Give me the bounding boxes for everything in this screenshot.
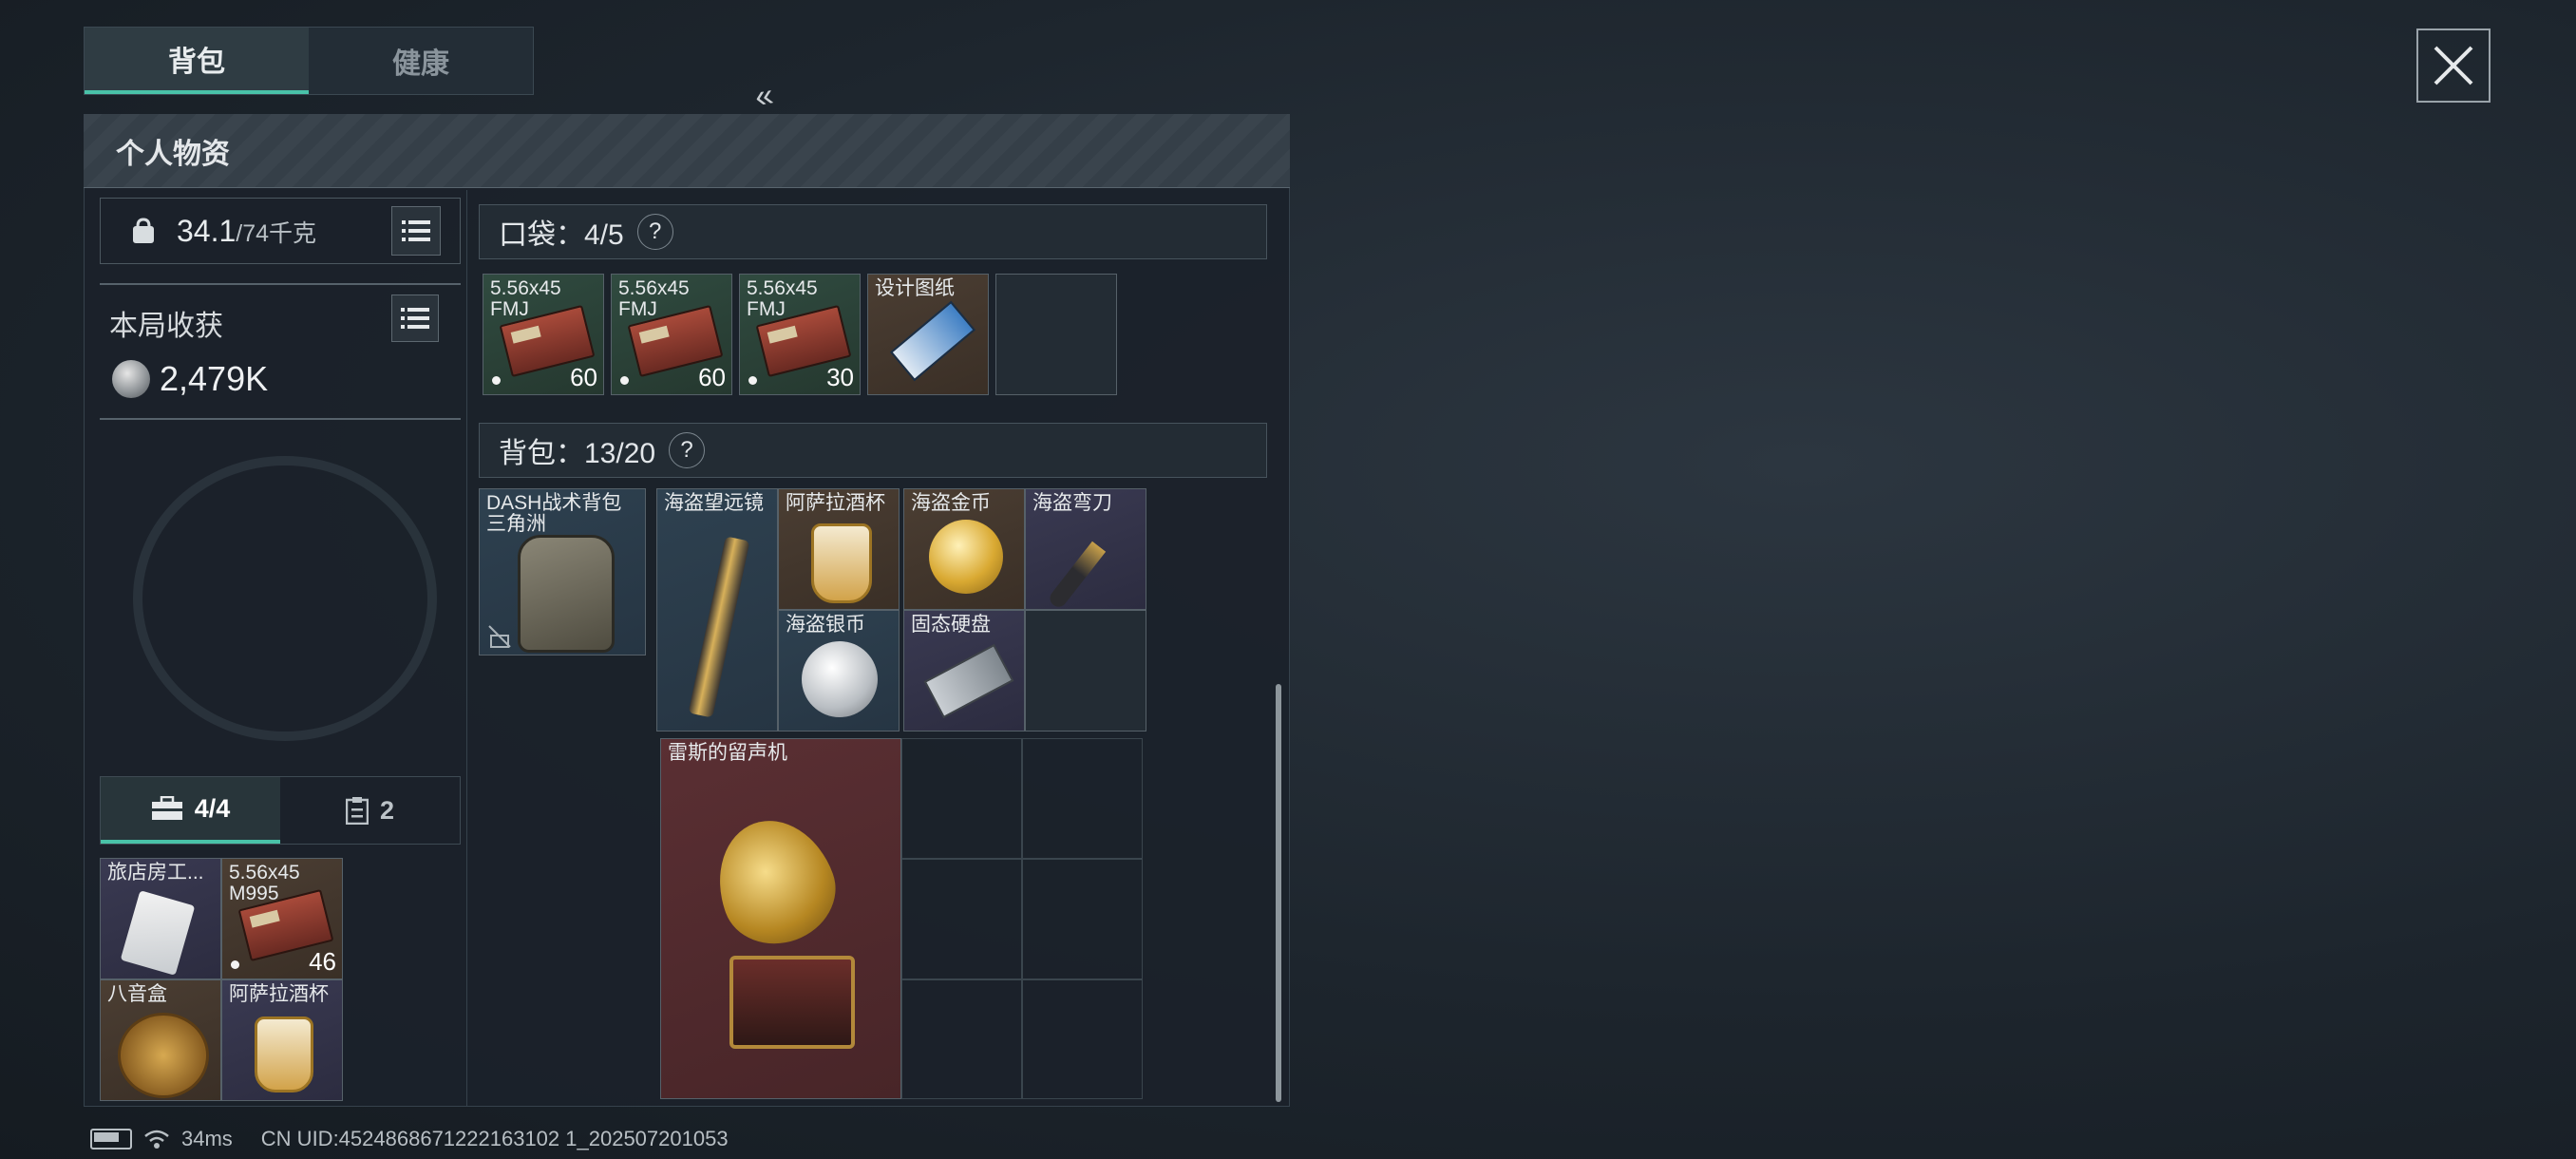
pouch-item-key-card[interactable]: 旅店房工...	[100, 858, 221, 979]
clipboard-icon	[345, 797, 369, 825]
backpack-slot-empty[interactable]	[1022, 859, 1143, 979]
weight-list-button[interactable]	[391, 206, 441, 256]
backpack-item-gold-coin[interactable]: 海盗金币	[903, 488, 1025, 610]
panel-title: 个人物资	[84, 114, 1290, 188]
pocket-slot[interactable]: 5.56x45 FMJ 30	[739, 274, 861, 395]
pocket-slot-blueprint[interactable]: 设计图纸	[867, 274, 989, 395]
tab-backpack[interactable]: 背包	[85, 28, 309, 94]
backpack-image	[518, 535, 615, 653]
harvest-label: 本局收获	[109, 311, 223, 342]
scrollbar[interactable]	[1276, 684, 1281, 1102]
divider	[100, 418, 461, 420]
backpack-item-telescope[interactable]: 海盗望远镜	[656, 488, 778, 732]
key-card-image	[120, 890, 196, 976]
pouch-item-music-box[interactable]: 八音盒	[100, 979, 221, 1101]
pocket-slot[interactable]: 5.56x45 FMJ 60	[611, 274, 732, 395]
backpack-item-goblet[interactable]: 阿萨拉酒杯	[778, 488, 900, 610]
pocket-header: 口袋：4/5 ?	[479, 204, 1267, 259]
equipped-backpack[interactable]: DASH战术背包三角洲	[479, 488, 646, 656]
gramophone-base-image	[729, 956, 855, 1049]
tab-clipboard[interactable]: 2	[280, 777, 460, 844]
backpack-slot-empty[interactable]	[901, 979, 1022, 1099]
backpack-item-gramophone[interactable]: 雷斯的留声机	[660, 738, 901, 1099]
goblet-image	[255, 1016, 313, 1092]
unlock-icon	[488, 625, 511, 648]
toolbox-icon	[150, 796, 183, 820]
ssd-image	[923, 643, 1014, 719]
tab-health[interactable]: 健康	[309, 28, 533, 94]
blueprint-image	[889, 300, 976, 382]
close-button[interactable]	[2416, 28, 2491, 103]
gold-coin-image	[929, 520, 1003, 594]
music-box-image	[118, 1013, 209, 1098]
close-icon	[2434, 46, 2473, 86]
list-icon	[402, 220, 430, 241]
divider	[100, 283, 461, 285]
goblet-image	[811, 523, 872, 603]
harvest-value: 2,479K	[112, 359, 268, 399]
pouch-tabs: 4/4 2	[100, 776, 461, 845]
backpack-header: 背包：13/20 ?	[479, 423, 1267, 478]
weight-box: 34.1/74千克	[100, 198, 461, 264]
list-icon	[401, 308, 429, 329]
pouch-item-goblet[interactable]: 阿萨拉酒杯	[221, 979, 343, 1101]
backpack-help-button[interactable]: ?	[669, 432, 706, 468]
status-bar: 34ms CN UID:4524868671222163102 1_202507…	[90, 1127, 729, 1151]
ammo-dot-icon	[231, 960, 239, 969]
backpack-slot-empty[interactable]	[901, 859, 1022, 979]
backpack-slot-empty[interactable]	[1025, 610, 1146, 732]
silver-coin-image	[802, 641, 878, 717]
harvest-list-button[interactable]	[391, 294, 439, 342]
backpack-item-cutlass[interactable]: 海盗弯刀	[1025, 488, 1146, 610]
telescope-image	[688, 536, 750, 718]
backpack-slot-empty[interactable]	[901, 738, 1022, 859]
weight-value: 34.1/74千克	[177, 213, 317, 248]
backpack-slot-empty[interactable]	[1022, 738, 1143, 859]
collapse-chevron-icon[interactable]: «	[752, 77, 776, 117]
ammo-dot-icon	[748, 376, 757, 385]
gramophone-horn-image	[700, 804, 850, 960]
ping-text: 34ms	[181, 1127, 233, 1150]
uid-text: CN UID:4524868671222163102 1_20250720105…	[260, 1127, 729, 1150]
emblem-watermark	[133, 456, 437, 741]
pouch-item-ammo[interactable]: 5.56x45 M995 46	[221, 858, 343, 979]
pocket-slot-empty[interactable]	[995, 274, 1117, 395]
backpack-item-ssd[interactable]: 固态硬盘	[903, 610, 1025, 732]
ammo-dot-icon	[620, 376, 629, 385]
wifi-icon	[144, 1130, 169, 1149]
tab-toolbox[interactable]: 4/4	[101, 777, 280, 844]
ammo-dot-icon	[492, 376, 501, 385]
pocket-help-button[interactable]: ?	[636, 214, 673, 250]
backpack-slot-empty[interactable]	[1022, 979, 1143, 1099]
pocket-slot[interactable]: 5.56x45 FMJ 60	[483, 274, 604, 395]
main-tabs: 背包 健康	[84, 27, 534, 95]
backpack-item-silver-coin[interactable]: 海盗银币	[778, 610, 900, 732]
cutlass-image	[1046, 541, 1107, 609]
weight-icon	[133, 218, 154, 243]
coin-icon	[112, 360, 150, 398]
battery-icon	[90, 1129, 132, 1150]
